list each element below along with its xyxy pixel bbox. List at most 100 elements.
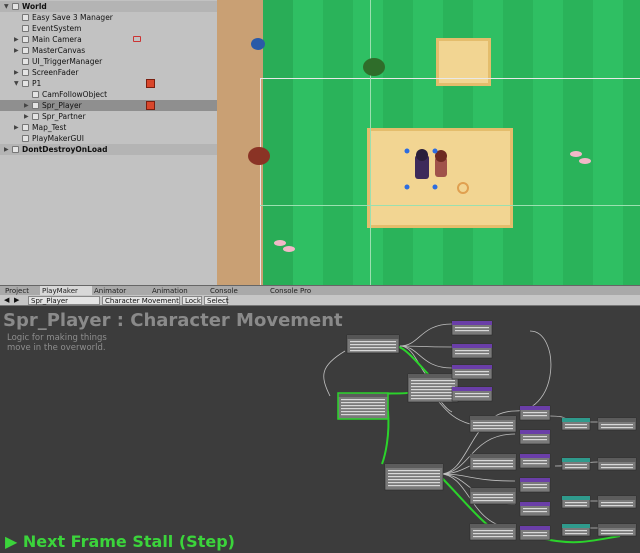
expand-arrow-icon[interactable]: ▼ [4,1,9,12]
select-button[interactable]: Select [204,296,229,305]
state-node-line [411,395,455,397]
state-node-line [523,415,547,417]
lock-label: Lock [185,297,201,305]
playmaker-fsm-icon[interactable] [146,79,155,88]
forward-icon[interactable]: ▶ [12,296,19,305]
hierarchy-item[interactable]: ▼ World [0,1,217,12]
collapse-arrow-icon[interactable]: ▶ [14,122,19,133]
state-node-line [388,473,440,475]
tab-label: Console [210,287,238,295]
lock-button[interactable]: Lock [182,296,202,305]
grass-stripe [563,0,593,285]
state-node-header [520,526,550,530]
hierarchy-item[interactable]: ▶ Map_Test [0,122,217,133]
collapse-arrow-icon[interactable]: ▶ [14,34,19,45]
state-node-body [407,373,459,403]
tab-label: Animation [152,287,188,295]
state-node-line [388,485,440,487]
collapse-arrow-icon[interactable]: ▶ [24,100,29,111]
state-node-line [473,422,513,424]
state-node-line [523,439,547,441]
scene-view[interactable] [217,0,640,285]
hierarchy-item[interactable]: ▶ Main Camera [0,34,217,45]
red-berry-bush [248,147,270,165]
state-node-header [408,374,458,378]
camera-bounds [260,78,640,79]
gameobject-icon [32,91,39,98]
gameobject-select[interactable]: Spr_Player [28,296,100,305]
state-node-header [452,321,492,325]
state-node-line [388,470,440,472]
hierarchy-item[interactable]: ▶ Spr_Partner [0,111,217,122]
state-node-line [455,371,489,373]
expand-arrow-icon[interactable]: ▼ [14,78,19,89]
play-icon: ▶ [5,532,23,551]
hierarchy-item-label: Map_Test [32,123,67,132]
gameobject-icon [22,80,29,87]
back-icon[interactable]: ◀ [2,296,9,305]
gameobject-icon [22,135,29,142]
state-node-line [601,530,633,532]
tab-label: Project [5,287,29,295]
hierarchy-item[interactable]: CamFollowObject [0,89,217,100]
gameobject-icon [22,124,29,131]
state-node-line [350,350,396,352]
fsm-select-value: Character Movement [105,297,179,305]
gameobject-icon [32,113,39,120]
editor-tab-bar: Project PlayMaker Animator Animation Console… [0,285,640,296]
playmaker-fsm-icon[interactable] [146,101,155,110]
tab-label: Console Pro [270,287,312,295]
player-sprites [404,148,469,194]
blue-berry-bush [251,38,265,50]
hierarchy-item[interactable]: PlayMakerGUI [0,133,217,144]
start-state-header [347,335,399,339]
hierarchy-item-label: EventSystem [32,24,82,33]
hierarchy-item[interactable]: ▶ ScreenFader [0,67,217,78]
grass-stripe [623,0,640,285]
fsm-select[interactable]: Character Movement [102,296,180,305]
gameobject-icon [22,47,29,54]
state-node-line [473,463,513,465]
select-label: Select [207,297,229,305]
hierarchy-item[interactable]: ▶ MasterCanvas [0,45,217,56]
state-node-line [473,425,513,427]
collapse-arrow-icon[interactable]: ▶ [24,111,29,122]
hierarchy-item[interactable]: EventSystem [0,23,217,34]
state-node-header [598,418,636,422]
hierarchy-item-label: Spr_Player [42,101,82,110]
state-node-line [473,497,513,499]
state-node-header [520,430,550,434]
state-node-line [388,479,440,481]
state-node-line [523,412,547,414]
collapse-arrow-icon[interactable]: ▶ [14,45,19,56]
hierarchy-item[interactable]: ▶ Spr_Player [0,100,217,111]
hierarchy-item-label: P1 [32,79,42,88]
grass-stripe [323,0,353,285]
hierarchy-item[interactable]: UI_TriggerManager [0,56,217,67]
state-node-line [411,383,455,385]
grid-line [370,0,371,285]
active-transition-link [539,535,621,544]
state-node-line [455,330,489,332]
state-node-header [562,496,590,500]
state-node-line [341,405,385,407]
state-node-line [388,482,440,484]
state-node-line [411,386,455,388]
state-node-line [565,464,587,466]
state-node-header [452,387,492,391]
hierarchy-item[interactable]: ▼ P1 [0,78,217,89]
hierarchy-item[interactable]: ▶ DontDestroyOnLoad [0,144,217,155]
state-node-line [565,502,587,504]
collapse-arrow-icon[interactable]: ▶ [14,67,19,78]
collapse-arrow-icon[interactable]: ▶ [4,144,9,155]
fsm-graph-canvas[interactable]: Spr_Player : Character Movement Logic fo… [0,306,640,553]
transition-link [399,345,453,369]
state-node-line [601,424,633,426]
state-node-line [411,392,455,394]
state-node-line [523,436,547,438]
gameobject-icon [22,36,29,43]
state-node-line [473,466,513,468]
state-node-line [601,505,633,507]
active-transition-link [394,345,431,377]
hierarchy-item[interactable]: Easy Save 3 Manager [0,12,217,23]
